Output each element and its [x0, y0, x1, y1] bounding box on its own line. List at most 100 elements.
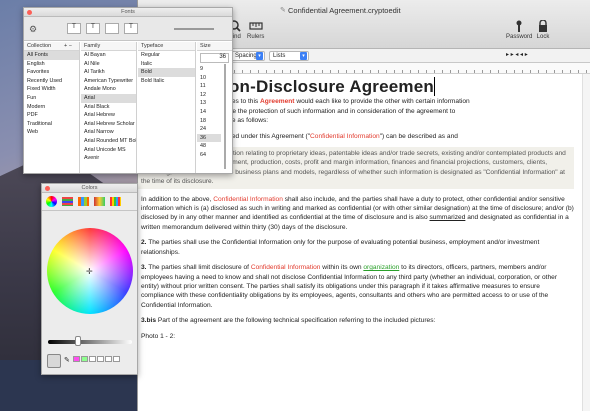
collection-item[interactable]: All Fonts: [24, 51, 79, 60]
lock-icon: [539, 20, 547, 32]
current-color-swatch[interactable]: [47, 354, 61, 368]
collection-item[interactable]: PDF: [24, 111, 79, 120]
rulers-label: Rulers: [247, 34, 265, 40]
text-run: summarized: [429, 214, 466, 222]
text-run: ial. To ensure the protection of such in…: [197, 107, 456, 115]
family-header: Family: [81, 42, 136, 51]
fonts-titlebar: Fonts: [24, 8, 232, 17]
size-input[interactable]: 36: [200, 53, 229, 63]
add-icon[interactable]: + −: [64, 43, 72, 49]
collection-item[interactable]: Traditional: [24, 120, 79, 129]
typeface-item[interactable]: Italic: [138, 60, 195, 69]
vertical-scrollbar[interactable]: [582, 74, 590, 411]
eyedropper-icon[interactable]: ✎: [64, 356, 70, 364]
paragraph-3bis: 3.bis Part of the agreement are the foll…: [141, 316, 574, 325]
chevron-down-icon: ▾: [300, 52, 307, 60]
family-item[interactable]: Arial Hebrew Scholar: [81, 120, 136, 129]
size-item[interactable]: 9: [197, 65, 221, 74]
collection-item[interactable]: Favorites: [24, 68, 79, 77]
collection-item[interactable]: English: [24, 60, 79, 69]
lock-button[interactable]: Lock: [536, 20, 550, 40]
color-picker-crosshair-icon: ✛: [86, 267, 93, 276]
shadow-slider[interactable]: [174, 28, 214, 30]
collection-item[interactable]: Fun: [24, 94, 79, 103]
family-item[interactable]: Al Tarikh: [81, 68, 136, 77]
size-slider[interactable]: [224, 64, 226, 169]
typeface-column: Typeface Regular Italic Bold Bold Italic: [138, 42, 196, 173]
text-run: Agreement: [260, 98, 295, 106]
typeface-item[interactable]: Bold Italic: [138, 77, 195, 86]
fonts-panel: Fonts ⚙ T T T Collection + − All Fonts En…: [23, 7, 233, 174]
sliders-tab-icon[interactable]: [62, 197, 73, 206]
text-run: Confidential Information: [250, 264, 321, 272]
collection-header-label: Collection: [27, 43, 52, 49]
family-list: Al Bayan Al Nile Al Tarikh American Typewri…: [81, 51, 136, 163]
typeface-header: Typeface: [138, 42, 195, 51]
colors-titlebar: Colors: [42, 184, 137, 193]
size-item[interactable]: 13: [197, 99, 221, 108]
size-item[interactable]: 64: [197, 151, 221, 160]
text-run: The parties shall use the Confidential I…: [141, 239, 540, 256]
lock-label: Lock: [536, 34, 550, 40]
lists-select-label: Lists: [273, 53, 286, 59]
size-item[interactable]: 24: [197, 125, 221, 134]
favorite-swatch[interactable]: [81, 356, 88, 362]
lists-select[interactable]: Lists ▾: [269, 51, 309, 61]
text-run: 3.bis: [141, 317, 157, 325]
rulers-button[interactable]: Rulers: [247, 20, 264, 40]
collection-item[interactable]: Recently Used: [24, 77, 79, 86]
family-item[interactable]: Arial: [81, 93, 136, 103]
shadow-icon[interactable]: T: [124, 23, 138, 34]
family-item[interactable]: Andale Mono: [81, 85, 136, 94]
family-item[interactable]: Arial Unicode MS: [81, 146, 136, 155]
color-wheel-tab-icon[interactable]: [46, 196, 57, 207]
collection-column: Collection + − All Fonts English Favorites…: [24, 42, 80, 173]
size-item[interactable]: 11: [197, 82, 221, 91]
favorite-swatch[interactable]: [89, 356, 96, 362]
text-run: would each like to provide the other wit…: [294, 98, 470, 106]
size-item[interactable]: 18: [197, 117, 221, 126]
size-item[interactable]: 10: [197, 74, 221, 83]
text-run: Confidential Information: [310, 132, 380, 140]
palettes-tab-icon[interactable]: [78, 197, 89, 206]
favorite-swatch[interactable]: [73, 356, 80, 362]
collection-item[interactable]: Modern: [24, 103, 79, 112]
size-item[interactable]: 14: [197, 108, 221, 117]
gear-icon[interactable]: ⚙: [29, 24, 37, 35]
size-column: Size 36 9 10 11 12 13 14 18 24 36 48 64: [197, 42, 232, 173]
collection-list: All Fonts English Favorites Recently Used Fi…: [24, 51, 79, 137]
collection-item[interactable]: Fixed Width: [24, 85, 79, 94]
document-color-icon[interactable]: [105, 23, 119, 34]
size-item[interactable]: 48: [197, 142, 221, 151]
pencils-tab-icon[interactable]: [110, 197, 121, 206]
text-run: Part of the agreement are the following …: [156, 317, 436, 325]
text-color-icon[interactable]: T: [67, 23, 81, 34]
image-palettes-tab-icon[interactable]: [94, 197, 105, 206]
password-label: Password: [506, 34, 533, 40]
favorite-swatch[interactable]: [105, 356, 112, 362]
family-item[interactable]: Avenir: [81, 154, 136, 163]
brightness-slider[interactable]: [48, 340, 132, 344]
family-item[interactable]: Arial Narrow: [81, 128, 136, 137]
favorite-swatch[interactable]: [113, 356, 120, 362]
chevron-down-icon: ▾: [256, 52, 263, 60]
family-item[interactable]: Al Bayan: [81, 51, 136, 60]
fonts-toolbar: ⚙ T T T: [24, 17, 232, 41]
family-item[interactable]: Arial Rounded MT Bold: [81, 137, 136, 146]
size-item[interactable]: 36: [197, 133, 221, 143]
collection-item[interactable]: Web: [24, 128, 79, 137]
family-item[interactable]: American Typewriter: [81, 77, 136, 86]
family-item[interactable]: Al Nile: [81, 60, 136, 69]
paragraph-direction-icon[interactable]: ▸ ▸ ◂ ◂ ▸: [506, 51, 528, 58]
fonts-panel-title: Fonts: [121, 9, 135, 15]
brightness-slider-knob[interactable]: [75, 336, 81, 346]
typeface-item[interactable]: Bold: [138, 68, 195, 77]
size-item[interactable]: 12: [197, 91, 221, 100]
strikethrough-icon[interactable]: T: [86, 23, 100, 34]
typeface-item[interactable]: Regular: [138, 51, 195, 60]
password-button[interactable]: Password: [506, 20, 532, 40]
family-item[interactable]: Arial Hebrew: [81, 111, 136, 120]
favorite-swatch[interactable]: [97, 356, 104, 362]
family-item[interactable]: Arial Black: [81, 103, 136, 112]
spacing-select[interactable]: Spacing ▾: [231, 51, 265, 61]
